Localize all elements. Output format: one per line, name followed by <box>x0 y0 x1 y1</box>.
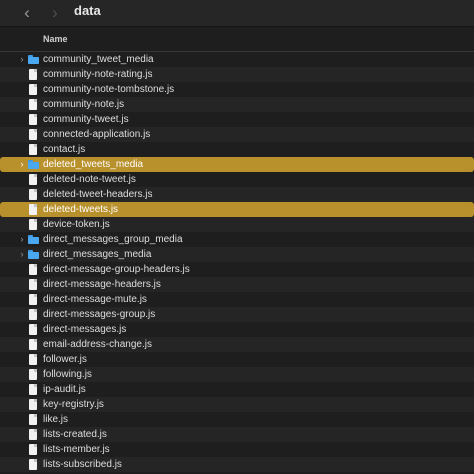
js-file-icon <box>28 144 38 155</box>
file-row[interactable]: ip-audit.js <box>0 382 474 397</box>
forward-button[interactable]: › <box>45 2 65 22</box>
file-row[interactable]: lists-subscribed.js <box>0 457 474 472</box>
file-name: connected-application.js <box>43 129 151 140</box>
file-name: deleted-tweets.js <box>43 204 119 215</box>
file-row[interactable]: community-note-tombstone.js <box>0 82 474 97</box>
file-row[interactable]: key-registry.js <box>0 397 474 412</box>
file-row[interactable]: deleted-note-tweet.js <box>0 172 474 187</box>
js-file-icon <box>28 324 38 335</box>
file-row[interactable]: community-note.js <box>0 97 474 112</box>
js-file-icon <box>28 204 38 215</box>
js-file-icon <box>28 294 38 305</box>
folder-row[interactable]: › direct_messages_media <box>0 247 474 262</box>
js-file-icon <box>28 444 38 455</box>
file-row[interactable]: email-address-change.js <box>0 337 474 352</box>
folder-row[interactable]: › community_tweet_media <box>0 52 474 67</box>
file-row[interactable]: like.js <box>0 412 474 427</box>
file-row[interactable]: direct-messages.js <box>0 322 474 337</box>
js-file-icon <box>28 459 38 470</box>
folder-row[interactable]: › direct_messages_group_media <box>0 232 474 247</box>
column-header-bar: Name <box>0 27 474 52</box>
file-name: following.js <box>43 369 92 380</box>
js-file-icon <box>28 354 38 365</box>
chevron-right-icon[interactable]: › <box>18 247 26 262</box>
folder-row[interactable]: › deleted_tweets_media <box>0 157 474 172</box>
file-name: direct-messages.js <box>43 324 127 335</box>
js-file-icon <box>28 429 38 440</box>
file-name: community-note-tombstone.js <box>43 84 175 95</box>
file-name: deleted-note-tweet.js <box>43 174 136 185</box>
js-file-icon <box>28 279 38 290</box>
file-name: community-note-rating.js <box>43 69 153 80</box>
chevron-left-icon: ‹ <box>24 2 30 22</box>
file-name: follower.js <box>43 354 87 365</box>
file-name: like.js <box>43 414 69 425</box>
js-file-icon <box>28 174 38 185</box>
js-file-icon <box>28 414 38 425</box>
js-file-icon <box>28 99 38 110</box>
file-row[interactable]: lists-member.js <box>0 442 474 457</box>
file-row[interactable]: lists-created.js <box>0 427 474 442</box>
file-row[interactable]: direct-messages-group.js <box>0 307 474 322</box>
folder-icon <box>28 159 39 170</box>
js-file-icon <box>28 369 38 380</box>
file-row[interactable]: device-token.js <box>0 217 474 232</box>
file-list: › community_tweet_media community-note-rat… <box>0 52 474 472</box>
window-toolbar: ‹ › data <box>0 0 474 26</box>
folder-icon <box>28 234 39 245</box>
js-file-icon <box>28 399 38 410</box>
file-name: ip-audit.js <box>43 384 86 395</box>
js-file-icon <box>28 129 38 140</box>
file-name: direct-message-headers.js <box>43 279 161 290</box>
file-row[interactable]: direct-message-mute.js <box>0 292 474 307</box>
file-name: email-address-change.js <box>43 339 152 350</box>
js-file-icon <box>28 114 38 125</box>
file-name: direct_messages_group_media <box>43 234 183 245</box>
js-file-icon <box>28 309 38 320</box>
file-name: key-registry.js <box>43 399 104 410</box>
file-row[interactable]: following.js <box>0 367 474 382</box>
file-row[interactable]: direct-message-headers.js <box>0 277 474 292</box>
js-file-icon <box>28 69 38 80</box>
file-name: community-tweet.js <box>43 114 129 125</box>
js-file-icon <box>28 339 38 350</box>
file-row[interactable]: direct-message-group-headers.js <box>0 262 474 277</box>
chevron-right-icon: › <box>52 2 58 22</box>
column-header-name[interactable]: Name <box>43 34 68 44</box>
file-row[interactable]: community-tweet.js <box>0 112 474 127</box>
file-row[interactable]: connected-application.js <box>0 127 474 142</box>
file-row[interactable]: community-note-rating.js <box>0 67 474 82</box>
file-name: lists-created.js <box>43 429 107 440</box>
file-name: deleted-tweet-headers.js <box>43 189 153 200</box>
file-name: lists-subscribed.js <box>43 459 122 470</box>
file-row[interactable]: deleted-tweets.js <box>0 202 474 217</box>
chevron-right-icon[interactable]: › <box>18 232 26 247</box>
file-name: direct-messages-group.js <box>43 309 156 320</box>
file-name: direct-message-mute.js <box>43 294 147 305</box>
js-file-icon <box>28 219 38 230</box>
folder-icon <box>28 249 39 260</box>
file-row[interactable]: contact.js <box>0 142 474 157</box>
js-file-icon <box>28 84 38 95</box>
file-name: direct_messages_media <box>43 249 152 260</box>
js-file-icon <box>28 264 38 275</box>
file-row[interactable]: deleted-tweet-headers.js <box>0 187 474 202</box>
file-name: direct-message-group-headers.js <box>43 264 190 275</box>
folder-icon <box>28 54 39 65</box>
file-name: deleted_tweets_media <box>43 159 144 170</box>
chevron-right-icon[interactable]: › <box>18 157 26 172</box>
file-name: community_tweet_media <box>43 54 154 65</box>
file-name: contact.js <box>43 144 86 155</box>
window-title: data <box>74 3 101 18</box>
js-file-icon <box>28 384 38 395</box>
chevron-right-icon[interactable]: › <box>18 52 26 67</box>
file-name: lists-member.js <box>43 444 110 455</box>
file-name: community-note.js <box>43 99 125 110</box>
file-row[interactable]: follower.js <box>0 352 474 367</box>
file-name: device-token.js <box>43 219 110 230</box>
back-button[interactable]: ‹ <box>17 2 37 22</box>
js-file-icon <box>28 189 38 200</box>
